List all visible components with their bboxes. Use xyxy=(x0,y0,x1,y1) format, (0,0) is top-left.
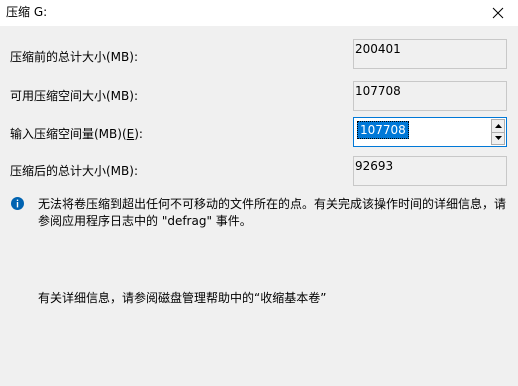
total-before-label: 压缩前的总计大小(MB): xyxy=(10,50,138,64)
stepper-buttons xyxy=(491,119,505,145)
window-title: 压缩 G: xyxy=(6,5,48,19)
info-line-1: 无法将卷压缩到超出任何不可移动的文件所在的点。有关完成该操作时间的详细信息，请 xyxy=(38,197,507,211)
chevron-up-icon xyxy=(494,123,502,128)
stepper-down-button[interactable] xyxy=(491,131,505,145)
total-after-value: 92693 xyxy=(353,156,507,186)
total-before-value: 200401 xyxy=(353,39,507,69)
total-after-label: 压缩后的总计大小(MB): xyxy=(10,164,138,178)
close-icon xyxy=(492,7,504,19)
info-line-2: 参阅应用程序日志中的 "defrag" 事件。 xyxy=(38,214,252,228)
shrink-amount-input[interactable]: 107708 xyxy=(357,121,409,139)
title-bar: 压缩 G: xyxy=(0,0,518,26)
info-icon xyxy=(11,197,24,210)
shrink-amount-stepper[interactable]: 107708 xyxy=(353,117,507,147)
info-message: 无法将卷压缩到超出任何不可移动的文件所在的点。有关完成该操作时间的详细信息，请 … xyxy=(38,196,508,230)
available-space-value: 107708 xyxy=(353,81,507,111)
shrink-amount-label: 输入压缩空间量(MB)(E): xyxy=(10,127,143,141)
available-space-label: 可用压缩空间大小(MB): xyxy=(10,89,138,103)
stepper-up-button[interactable] xyxy=(491,119,505,132)
chevron-down-icon xyxy=(494,136,502,141)
close-button[interactable] xyxy=(478,0,518,26)
help-reference-text: 有关详细信息，请参阅磁盘管理帮助中的“收缩基本卷” xyxy=(38,291,327,305)
